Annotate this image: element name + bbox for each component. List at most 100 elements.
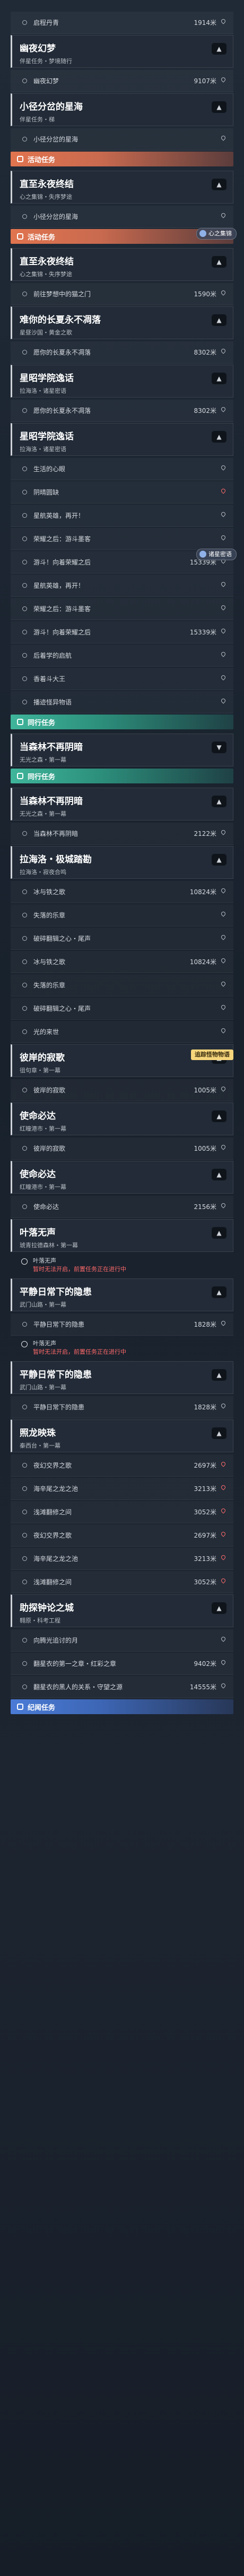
- quest-step[interactable]: 前往梦想中的猫之门 1590米: [11, 283, 233, 305]
- track-badge[interactable]: 追踪怪物物语: [191, 1049, 233, 1060]
- quest-step[interactable]: 香着斗大王: [11, 668, 233, 690]
- quest-step[interactable]: 阴晴圆缺: [11, 481, 233, 504]
- quest-step[interactable]: 后着学的启航: [11, 645, 233, 667]
- locked-quest-title: 叶落无声: [33, 1257, 56, 1264]
- map-pin-icon: [221, 213, 226, 220]
- quest-step[interactable]: 幽夜幻梦 9107米: [11, 70, 233, 92]
- quest-step[interactable]: 海辛尾之龙之池 3213米: [11, 1478, 233, 1500]
- quest-card[interactable]: 助探钟论之城 翱原・科考工程 ▲: [11, 1594, 233, 1627]
- quest-step[interactable]: 浅滩翻修之间 3052米: [11, 1501, 233, 1523]
- collapse-toggle-button[interactable]: ▲: [212, 101, 226, 113]
- quest-card[interactable]: 幽夜幻梦 伴星任务・梦境随行 ▲: [11, 35, 233, 68]
- quest-step[interactable]: 荣耀之后：游斗墨客: [11, 528, 233, 550]
- quest-step[interactable]: 启程丹青 1914米: [11, 12, 233, 34]
- floating-tag-1[interactable]: 心之集锦: [196, 228, 237, 240]
- quest-step[interactable]: 使命必达 2156米: [11, 1196, 233, 1218]
- collapse-toggle-button[interactable]: ▲: [212, 314, 226, 326]
- step-bullet-icon: [22, 1486, 27, 1491]
- quest-step[interactable]: 向腾光追讨的月: [11, 1629, 233, 1652]
- collapse-toggle-button[interactable]: ▲: [212, 1286, 226, 1298]
- quest-step[interactable]: 游斗！向着荣耀之后 15339米: [11, 621, 233, 643]
- map-pin-icon: [221, 465, 226, 473]
- quest-step[interactable]: 星航英雄，再开！: [11, 505, 233, 527]
- quest-step[interactable]: 冰与铁之歌 10824米: [11, 951, 233, 973]
- quest-card[interactable]: 当森林不再阴暗 无光之森・第一幕 ▲: [11, 788, 233, 821]
- quest-step[interactable]: 彼岸的寂歌 1005米: [11, 1137, 233, 1160]
- step-name: 翻星衣的黑人的关系・守望之源: [33, 1683, 123, 1691]
- quest-step[interactable]: 生活的心眼: [11, 458, 233, 480]
- step-distance: 3213米: [194, 1555, 216, 1563]
- floating-tag-2[interactable]: 诸星密语: [196, 549, 237, 560]
- quest-step[interactable]: 破碎翻辑之心・尾声: [11, 928, 233, 950]
- quest-step[interactable]: 平静日常下的隐患 1828米: [11, 1396, 233, 1418]
- collapse-toggle-button[interactable]: ▲: [212, 854, 226, 866]
- map-pin-icon: [221, 830, 226, 837]
- quest-step[interactable]: 翻星衣的第一之章・红彩之章 9402米: [11, 1653, 233, 1675]
- collapse-toggle-button[interactable]: ▲: [212, 373, 226, 384]
- quest-card[interactable]: 平静日常下的隐患 武门山路・第一幕 ▲: [11, 1361, 233, 1394]
- step-distance: 3052米: [194, 1578, 216, 1586]
- collapse-toggle-button[interactable]: ▲: [212, 1369, 226, 1381]
- collapse-toggle-button[interactable]: ▲: [212, 431, 226, 443]
- step-bullet-icon: [22, 292, 27, 296]
- quest-card[interactable]: 使命必达 红瞳港市・第一幕 ▲: [11, 1102, 233, 1135]
- quest-step[interactable]: 平静日常下的隐患 1828米: [11, 1313, 233, 1336]
- quest-step[interactable]: 破碎翻辑之心・尾声: [11, 998, 233, 1020]
- step-name: 向腾光追讨的月: [33, 1637, 79, 1644]
- collapse-toggle-button[interactable]: ▲: [212, 1602, 226, 1614]
- step-name: 彼岸的寂歌: [33, 1087, 66, 1094]
- collapse-toggle-button[interactable]: ▲: [212, 1110, 226, 1122]
- quest-card[interactable]: 小径分岔的星海 伴星任务・梯 ▲: [11, 93, 233, 126]
- quest-card[interactable]: 叶落无声 琥青拉德森林・第一幕 ▲: [11, 1219, 233, 1252]
- quest-card[interactable]: 使命必达 红瞳港市・第一幕 ▲: [11, 1161, 233, 1194]
- map-pin-icon: [221, 982, 226, 989]
- quest-step[interactable]: 愿你的长夏永不凋落 8302米: [11, 341, 233, 364]
- quest-step[interactable]: 光的来世: [11, 1021, 233, 1043]
- step-distance: 1914米: [194, 19, 216, 27]
- category-icon: [17, 1704, 23, 1710]
- quest-step[interactable]: 星航英雄，再开！: [11, 575, 233, 597]
- quest-card[interactable]: 难你的长夏永不凋落 星昼沙国・黄金之歌 ▲: [11, 306, 233, 339]
- quest-card[interactable]: 照龙映珠 秦西台・第一幕 ▲: [11, 1419, 233, 1452]
- collapse-toggle-button[interactable]: ▲: [212, 256, 226, 268]
- quest-step[interactable]: 冰与铁之歌 10824米: [11, 881, 233, 903]
- quest-step[interactable]: 小径分岔的星海: [11, 206, 233, 228]
- step-bullet-icon: [22, 513, 27, 518]
- step-bullet-icon: [22, 1204, 27, 1209]
- map-pin-icon: [221, 1532, 226, 1539]
- quest-step[interactable]: 当森林不再阴暗 2122米: [11, 823, 233, 845]
- quest-step[interactable]: 夜幻交界之歌 2697米: [11, 1524, 233, 1547]
- quest-step[interactable]: 失落的乐章: [11, 974, 233, 996]
- quest-step[interactable]: 翻星衣的黑人的关系・守望之源 14555米: [11, 1676, 233, 1698]
- step-name: 播迹怪异物语: [33, 699, 72, 706]
- quest-card[interactable]: 星昭学院逸话 拉海洛・诸星密语 ▲: [11, 365, 233, 398]
- collapse-toggle-button[interactable]: ▲: [212, 1227, 226, 1239]
- quest-subtitle: 秦西台・第一幕: [20, 1442, 60, 1449]
- collapse-toggle-button[interactable]: ▲: [212, 43, 226, 55]
- quest-step[interactable]: 彼岸的寂歌 1005米: [11, 1079, 233, 1101]
- quest-card[interactable]: 直至永夜终结 心之集锦・失序梦途 ▲: [11, 171, 233, 204]
- quest-step[interactable]: 小径分岔的星海: [11, 128, 233, 151]
- step-bullet-icon: [22, 1006, 27, 1011]
- quest-card[interactable]: 拉海洛・极城踏勘 拉海洛・寂夜合鸣 ▲: [11, 846, 233, 879]
- quest-step[interactable]: 荣耀之后：游斗墨客: [11, 598, 233, 620]
- quest-step[interactable]: 夜幻交界之歌 2697米: [11, 1454, 233, 1477]
- quest-step[interactable]: 失落的乐章: [11, 904, 233, 927]
- collapse-toggle-button[interactable]: ▲: [212, 179, 226, 190]
- quest-step[interactable]: 海辛尾之龙之池 3213米: [11, 1548, 233, 1570]
- quest-card[interactable]: 直至永夜终结 心之集锦・失序梦途 ▲: [11, 248, 233, 281]
- quest-card[interactable]: 平静日常下的隐患 武门山路・第一幕 ▲: [11, 1278, 233, 1311]
- collapse-toggle-button[interactable]: ▼: [212, 742, 226, 753]
- quest-step[interactable]: 浅滩翻修之间 3052米: [11, 1571, 233, 1593]
- quest-card[interactable]: 当森林不再阴暗 无光之森・第一幕 ▼: [11, 734, 233, 766]
- collapse-toggle-button[interactable]: ▲: [212, 796, 226, 807]
- collapse-toggle-button[interactable]: ▲: [212, 1169, 226, 1180]
- step-bullet-icon: [22, 983, 27, 987]
- map-pin-icon: [221, 1555, 226, 1563]
- collapse-toggle-button[interactable]: ▲: [212, 1427, 226, 1439]
- step-name: 夜幻交界之歌: [33, 1532, 72, 1539]
- quest-card[interactable]: 星昭学院逸话 拉海洛・诸星密语 ▲: [11, 423, 233, 456]
- quest-step[interactable]: 愿你的长夏永不凋落 8302米: [11, 400, 233, 422]
- quest-step[interactable]: 播迹怪异物语: [11, 691, 233, 713]
- step-distance: 14555米: [189, 1683, 216, 1691]
